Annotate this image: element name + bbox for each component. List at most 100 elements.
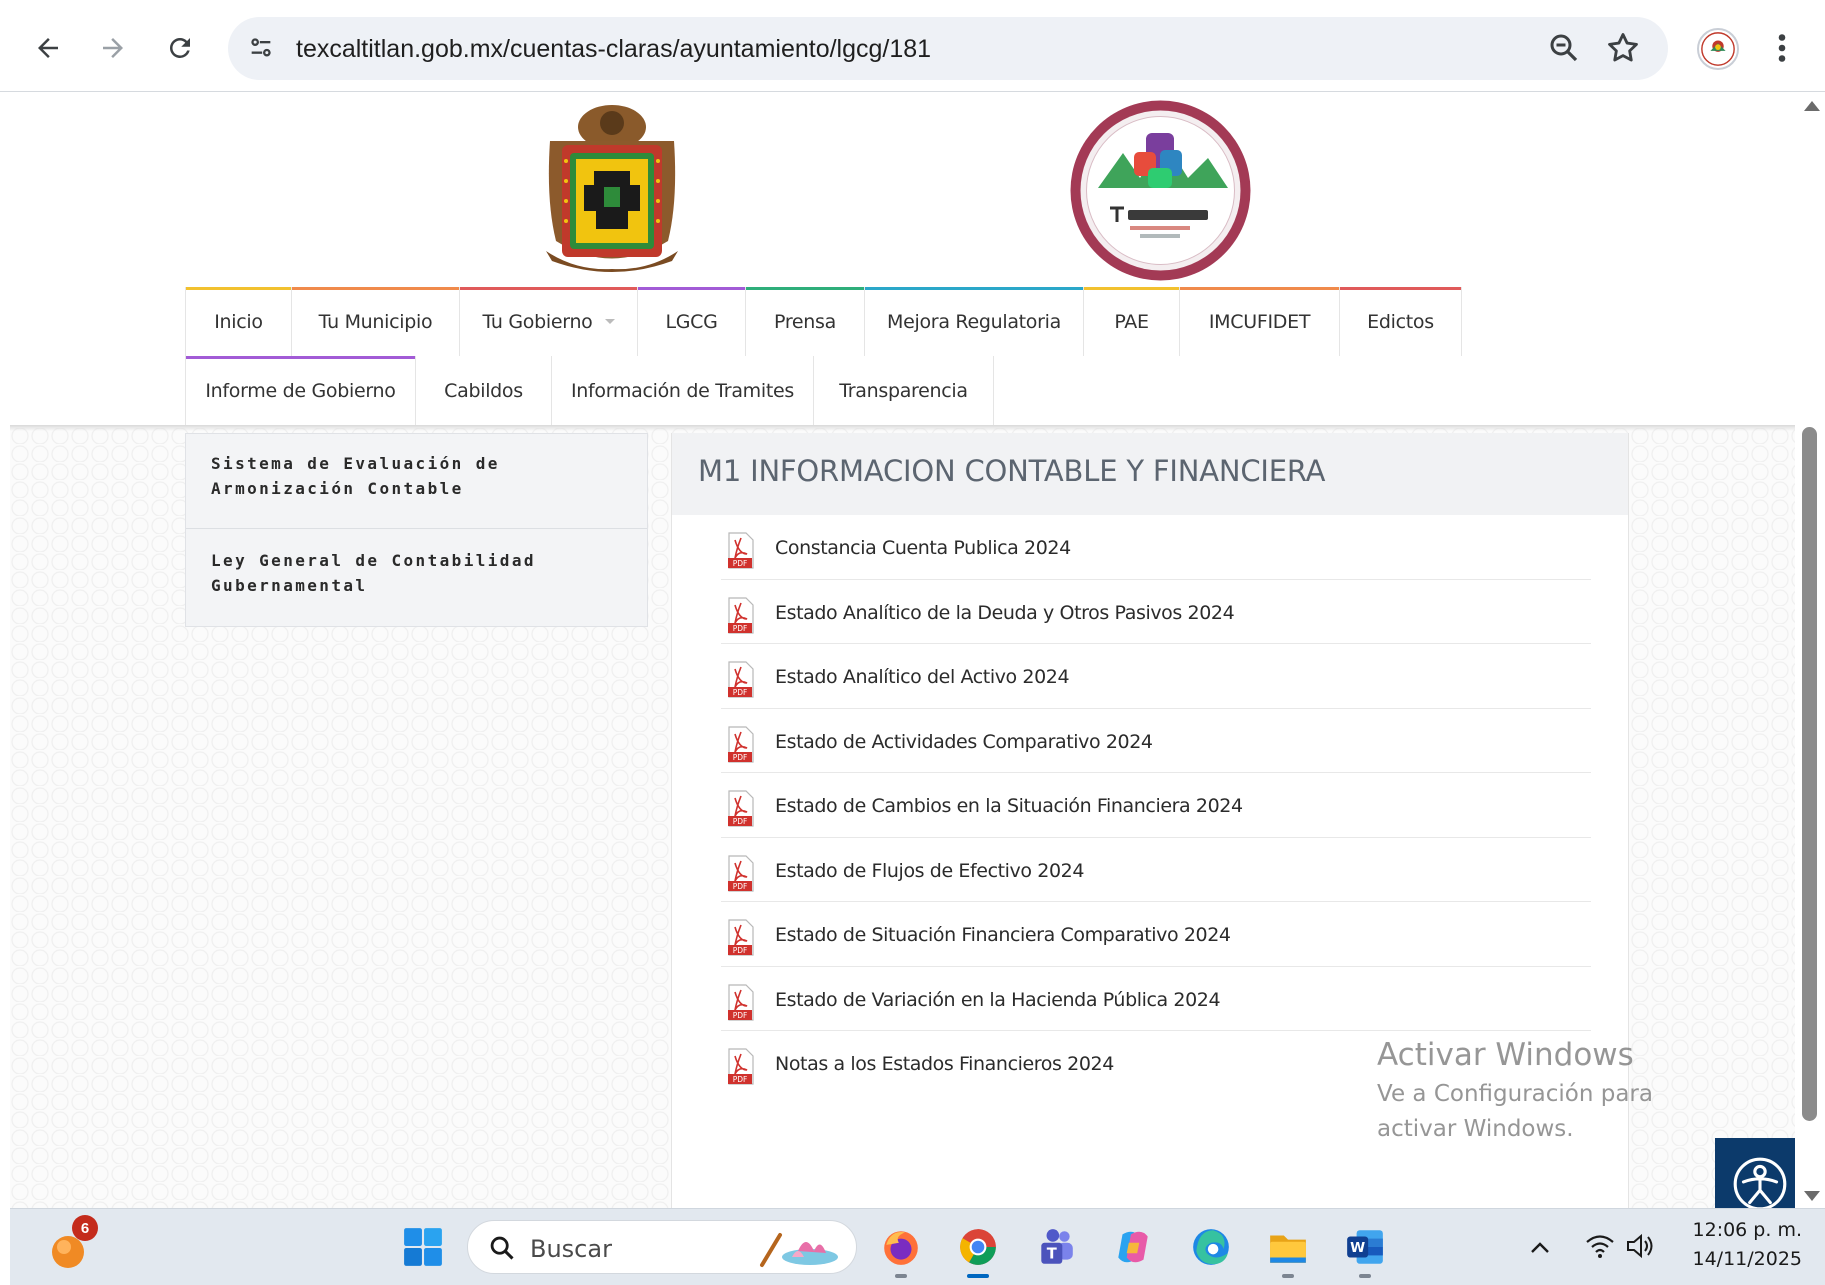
menu-item-lgcg[interactable]: LGCG — [638, 287, 746, 356]
back-button[interactable] — [22, 22, 74, 74]
document-row[interactable]: PDF Estado de Flujos de Efectivo 2024 — [721, 838, 1591, 902]
zoom-icon[interactable] — [1546, 30, 1582, 66]
more-menu-icon[interactable] — [1768, 30, 1796, 66]
running-indicator — [1359, 1274, 1371, 1278]
search-placeholder: Buscar — [530, 1235, 612, 1263]
windows-start-icon — [404, 1228, 442, 1266]
page-scrollbar[interactable] — [1795, 93, 1825, 1208]
site-info-icon[interactable] — [244, 31, 278, 65]
browser-toolbar: texcaltitlan.gob.mx/cuentas-claras/ayunt… — [0, 0, 1825, 92]
taskbar-file-explorer[interactable] — [1263, 1222, 1313, 1278]
menu-accent-bar — [865, 287, 1083, 290]
menu-accent-bar — [460, 287, 637, 290]
taskbar-word[interactable]: W — [1340, 1222, 1390, 1278]
start-button[interactable] — [398, 1222, 448, 1272]
menu-item-label: Transparencia — [839, 379, 968, 402]
menu-accent-bar — [1180, 287, 1339, 290]
taskbar-copilot[interactable] — [1108, 1222, 1158, 1272]
forward-arrow-icon — [103, 38, 123, 58]
document-row[interactable]: PDF Estado de Cambios en la Situación Fin… — [721, 773, 1591, 838]
address-bar[interactable]: texcaltitlan.gob.mx/cuentas-claras/ayunt… — [228, 17, 1668, 80]
panel-header: M1 INFORMACION CONTABLE Y FINANCIERA — [672, 433, 1628, 515]
document-link[interactable]: Estado de Situación Financiera Comparati… — [775, 924, 1231, 946]
pdf-file-icon: PDF — [728, 1048, 754, 1085]
ayuntamiento-round-logo[interactable] — [1068, 98, 1253, 283]
menu-item-informe-de-gobierno[interactable]: Informe de Gobierno — [185, 356, 416, 425]
running-indicator — [895, 1274, 907, 1278]
document-link[interactable]: Estado Analítico del Activo 2024 — [775, 666, 1070, 688]
back-arrow-icon — [38, 38, 58, 58]
folder-icon — [1270, 1235, 1306, 1263]
menu-item-mejora-regulatoria[interactable]: Mejora Regulatoria — [865, 287, 1084, 356]
screen: texcaltitlan.gob.mx/cuentas-claras/ayunt… — [0, 0, 1825, 1285]
taskbar-chrome[interactable] — [953, 1222, 1003, 1278]
clock-date[interactable]: 14/11/2025 — [1672, 1248, 1802, 1270]
menu-item-label: Edictos — [1367, 310, 1434, 333]
search-highlight-art-icon — [760, 1233, 838, 1267]
document-link[interactable]: Estado de Variación en la Hacienda Públi… — [775, 989, 1221, 1011]
document-row[interactable]: PDF Estado Analítico del Activo 2024 — [721, 644, 1591, 709]
document-row[interactable]: PDF Estado Analítico de la Deuda y Otros … — [721, 580, 1591, 644]
menu-item-tu-gobierno[interactable]: Tu Gobierno — [460, 287, 638, 356]
document-link[interactable]: Estado de Flujos de Efectivo 2024 — [775, 860, 1084, 882]
document-row[interactable]: PDF Estado de Situación Financiera Compar… — [721, 902, 1591, 967]
menu-accent-bar — [1340, 287, 1461, 290]
document-link[interactable]: Estado Analítico de la Deuda y Otros Pas… — [775, 602, 1235, 624]
svg-text:PDF: PDF — [733, 1075, 748, 1084]
menu-item-cabildos[interactable]: Cabildos — [416, 356, 552, 425]
menu-item-label: IMCUFIDET — [1208, 310, 1311, 333]
menu-accent-bar — [292, 287, 459, 290]
document-row[interactable]: PDF Estado de Actividades Comparativo 202… — [721, 709, 1591, 773]
pdf-file-icon: PDF — [728, 919, 754, 956]
document-row[interactable]: PDF Constancia Cuenta Publica 2024 — [721, 515, 1591, 580]
menu-item-label: Mejora Regulatoria — [887, 310, 1061, 333]
wifi-icon[interactable] — [1584, 1231, 1616, 1261]
taskbar-teams[interactable]: T — [1031, 1222, 1081, 1272]
windows-taskbar: 6 Buscar T W 12:06 p. m. 14/11/2025 — [10, 1208, 1825, 1285]
reload-button[interactable] — [154, 22, 206, 74]
header-shadow — [10, 425, 1805, 431]
sidebar-item-ley-general[interactable]: Ley General de Contabilidad Gubernamenta… — [186, 548, 647, 598]
menu-item-informaci-n-de-tramites[interactable]: Información de Tramites — [552, 356, 814, 425]
pdf-file-icon: PDF — [728, 596, 754, 634]
document-link[interactable]: Constancia Cuenta Publica 2024 — [775, 537, 1071, 559]
menu-item-label: Información de Tramites — [570, 379, 794, 402]
menu-item-imcufidet[interactable]: IMCUFIDET — [1180, 287, 1340, 356]
volume-icon[interactable] — [1624, 1231, 1656, 1261]
scroll-up-arrow-icon[interactable] — [1804, 101, 1820, 111]
document-link[interactable]: Notas a los Estados Financieros 2024 — [775, 1053, 1114, 1075]
forward-button[interactable] — [87, 22, 139, 74]
bookmark-star-icon[interactable] — [1604, 29, 1642, 67]
menu-item-tu-municipio[interactable]: Tu Municipio — [292, 287, 460, 356]
menu-item-transparencia[interactable]: Transparencia — [814, 356, 994, 425]
taskbar-search-box[interactable]: Buscar — [467, 1220, 857, 1274]
panel-title: M1 INFORMACION CONTABLE Y FINANCIERA — [698, 454, 1326, 488]
sidebar: Sistema de Evaluación de Armonización Co… — [185, 433, 648, 627]
menu-item-pae[interactable]: PAE — [1084, 287, 1180, 356]
svg-text:W: W — [1350, 1240, 1365, 1256]
clock-time[interactable]: 12:06 p. m. — [1672, 1219, 1802, 1241]
watermark-title: Activar Windows — [1377, 1037, 1634, 1073]
document-link[interactable]: Estado de Actividades Comparativo 2024 — [775, 731, 1153, 753]
document-link[interactable]: Estado de Cambios en la Situación Financ… — [775, 795, 1243, 817]
sidebar-item-sistema-evaluacion[interactable]: Sistema de Evaluación de Armonización Co… — [186, 451, 647, 501]
svg-text:PDF: PDF — [733, 946, 748, 955]
menu-item-label: Informe de Gobierno — [205, 379, 396, 402]
menu-item-label: Cabildos — [444, 379, 523, 402]
scroll-down-arrow-icon[interactable] — [1804, 1191, 1820, 1201]
pdf-file-icon: PDF — [728, 532, 754, 569]
menu-item-prensa[interactable]: Prensa — [746, 287, 865, 356]
document-row[interactable]: PDF Estado de Variación en la Hacienda Pú… — [721, 967, 1591, 1031]
accessibility-button[interactable] — [1715, 1138, 1805, 1208]
teams-icon: T — [1041, 1229, 1073, 1264]
profile-avatar[interactable] — [1697, 28, 1739, 70]
coat-of-arms-logo[interactable] — [536, 101, 688, 273]
taskbar-firefox[interactable] — [876, 1222, 926, 1278]
url-text[interactable]: texcaltitlan.gob.mx/cuentas-claras/ayunt… — [296, 35, 931, 64]
windows-activation-watermark: Activar Windows Ve a Configuración para … — [1377, 1037, 1737, 1147]
menu-item-inicio[interactable]: Inicio — [185, 287, 292, 356]
menu-item-edictos[interactable]: Edictos — [1340, 287, 1462, 356]
scrollbar-thumb[interactable] — [1802, 427, 1817, 1121]
show-hidden-icons-chevron-icon[interactable] — [1528, 1237, 1552, 1257]
taskbar-edge[interactable] — [1186, 1222, 1236, 1272]
